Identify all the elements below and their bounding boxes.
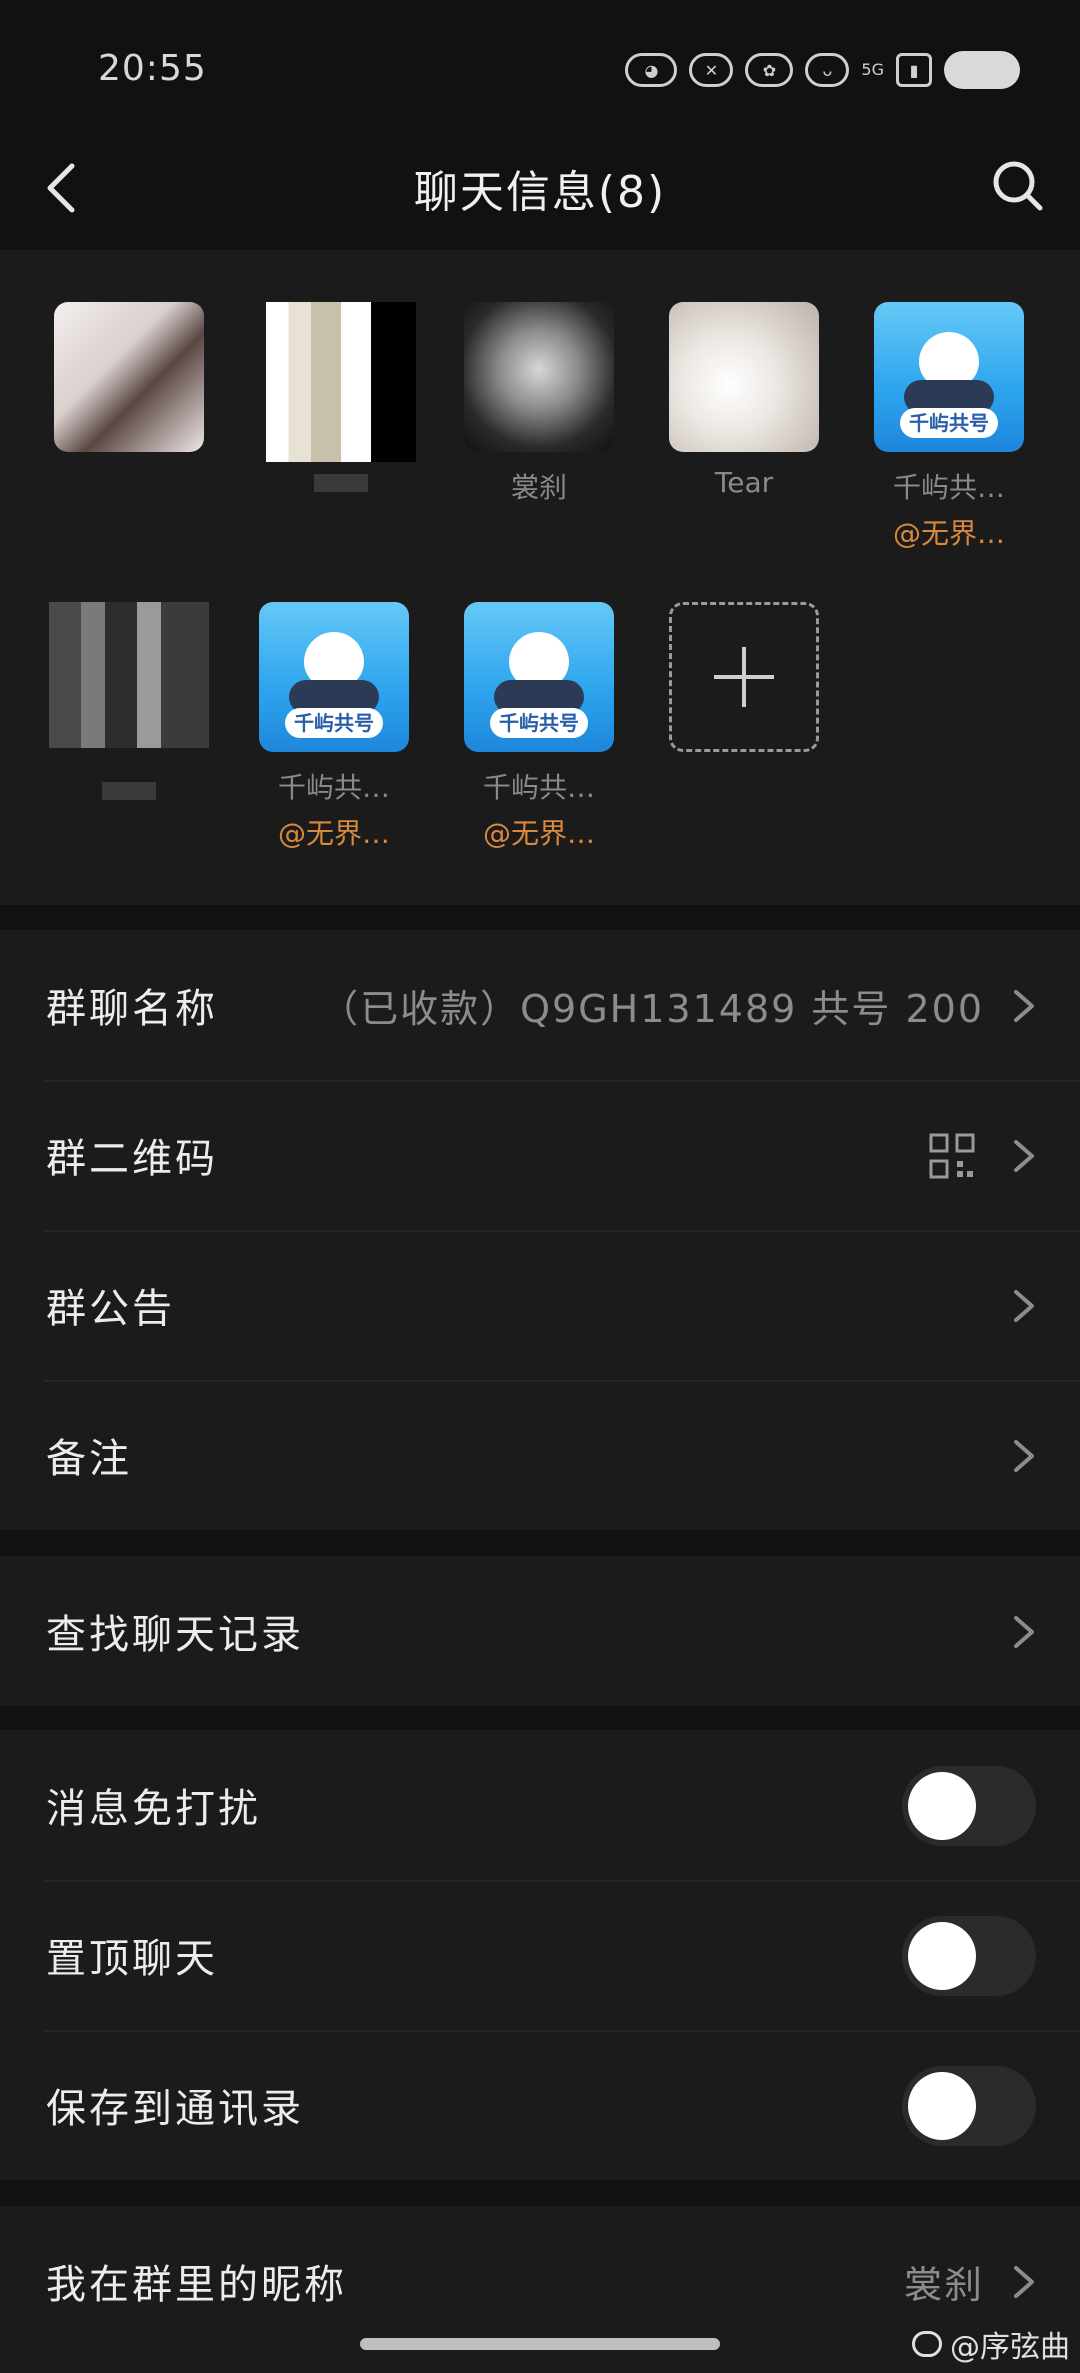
status-sticker-icon: ◕: [625, 53, 678, 87]
add-member-item[interactable]: [659, 602, 829, 752]
member-item[interactable]: 千屿共号 千屿共… @无界…: [249, 602, 419, 852]
pin-label: 置顶聊天: [46, 1936, 218, 1982]
page-title: 聊天信息(8): [413, 167, 667, 218]
chevron-right-icon: [1014, 990, 1034, 1022]
announcement-row[interactable]: 群公告: [0, 1230, 1080, 1380]
group-name-label: 群聊名称: [46, 986, 218, 1032]
status-bar: 20:55 ◕ ✕ ✿ ᴗ 5G ▮: [0, 0, 1080, 140]
status-sticker-icon: ✕: [689, 53, 734, 87]
add-member-button[interactable]: [669, 602, 819, 752]
search-icon: [993, 161, 1043, 211]
remark-row[interactable]: 备注: [0, 1380, 1080, 1530]
member-grid: 裳刹 Tear 千屿共号 千屿共… @无界… 千屿共号 千屿共… @无界… 千屿…: [0, 250, 1080, 905]
chevron-right-icon: [1014, 1616, 1034, 1648]
member-avatar[interactable]: [464, 302, 614, 452]
navbar: 聊天信息(8): [0, 130, 1080, 250]
member-item[interactable]: [44, 302, 214, 466]
group-name-row[interactable]: 群聊名称 （已收款）Q9GH131489 共号 200: [0, 930, 1080, 1080]
toggle-knob: [908, 1772, 976, 1840]
member-tag: @无界…: [892, 517, 1005, 550]
status-sticker-icon: ᴗ: [805, 53, 850, 87]
toggle-knob: [908, 2072, 976, 2140]
mute-toggle[interactable]: [902, 1766, 1036, 1846]
member-avatar[interactable]: [266, 302, 416, 462]
group-qr-row[interactable]: 群二维码: [0, 1080, 1080, 1230]
group-settings-section: 群聊名称 （已收款）Q9GH131489 共号 200 群二维码 群公告 备注: [0, 930, 1080, 1530]
network-label: 5G: [861, 60, 884, 79]
signal-icon: ▮: [896, 53, 932, 87]
member-avatar[interactable]: [49, 602, 209, 748]
save-contacts-label: 保存到通讯录: [46, 2086, 304, 2132]
home-indicator[interactable]: [360, 2338, 720, 2350]
search-history-label: 查找聊天记录: [46, 1612, 304, 1658]
my-nickname-label: 我在群里的昵称: [46, 2262, 347, 2308]
avatar-badge: 千屿共号: [285, 708, 383, 738]
member-item[interactable]: [256, 302, 426, 492]
chevron-right-icon: [1014, 1440, 1034, 1472]
member-avatar[interactable]: 千屿共号: [464, 602, 614, 752]
member-name: Tear: [714, 466, 774, 499]
qr-code-icon: [929, 1133, 975, 1179]
chevron-right-icon: [1014, 2266, 1034, 2298]
avatar-badge: 千屿共号: [490, 708, 588, 738]
chevron-right-icon: [1014, 1140, 1034, 1172]
watermark: @序弦曲: [912, 2322, 1070, 2366]
member-avatar[interactable]: 千屿共号: [259, 602, 409, 752]
status-sticker-icon: ✿: [745, 53, 794, 87]
mute-row: 消息免打扰: [0, 1730, 1080, 1880]
member-avatar[interactable]: [54, 302, 204, 452]
remark-label: 备注: [46, 1436, 132, 1482]
toggle-knob: [908, 1922, 976, 1990]
member-name: 千屿共…: [482, 771, 595, 804]
battery-cloud-icon: [944, 51, 1020, 89]
plus-icon: [714, 647, 774, 707]
redacted-name: [314, 474, 368, 492]
search-button[interactable]: [986, 154, 1050, 218]
member-avatar[interactable]: [669, 302, 819, 452]
announcement-label: 群公告: [46, 1286, 175, 1332]
member-item[interactable]: 裳刹: [454, 302, 624, 506]
search-history-row[interactable]: 查找聊天记录: [0, 1556, 1080, 1706]
member-item[interactable]: 千屿共号 千屿共… @无界…: [864, 302, 1034, 552]
pin-toggle[interactable]: [902, 1916, 1036, 1996]
avatar-badge: 千屿共号: [900, 408, 998, 438]
member-name: 千屿共…: [892, 471, 1005, 504]
group-name-value: （已收款）Q9GH131489 共号 200: [320, 987, 984, 1031]
search-section: 查找聊天记录: [0, 1556, 1080, 1706]
member-tag: @无界…: [482, 817, 595, 850]
member-item[interactable]: Tear: [659, 302, 829, 499]
pin-row: 置顶聊天: [0, 1880, 1080, 2030]
save-contacts-row: 保存到通讯录: [0, 2030, 1080, 2180]
watermark-text: @序弦曲: [950, 2330, 1070, 2365]
status-time: 20:55: [98, 48, 207, 89]
weibo-icon: [912, 2331, 942, 2357]
member-item[interactable]: [44, 602, 214, 800]
member-item[interactable]: 千屿共号 千屿共… @无界…: [454, 602, 624, 852]
chevron-right-icon: [1014, 1290, 1034, 1322]
my-nickname-value: 裳刹: [903, 2263, 984, 2307]
group-qr-label: 群二维码: [46, 1136, 218, 1182]
mute-label: 消息免打扰: [46, 1786, 261, 1832]
member-avatar[interactable]: 千屿共号: [874, 302, 1024, 452]
save-contacts-toggle[interactable]: [902, 2066, 1036, 2146]
member-name: 裳刹: [510, 471, 567, 504]
toggle-section: 消息免打扰 置顶聊天 保存到通讯录: [0, 1730, 1080, 2180]
member-name: 千屿共…: [277, 771, 390, 804]
redacted-name: [102, 782, 156, 800]
member-tag: @无界…: [277, 817, 390, 850]
status-icons: ◕ ✕ ✿ ᴗ 5G ▮: [625, 50, 1020, 90]
